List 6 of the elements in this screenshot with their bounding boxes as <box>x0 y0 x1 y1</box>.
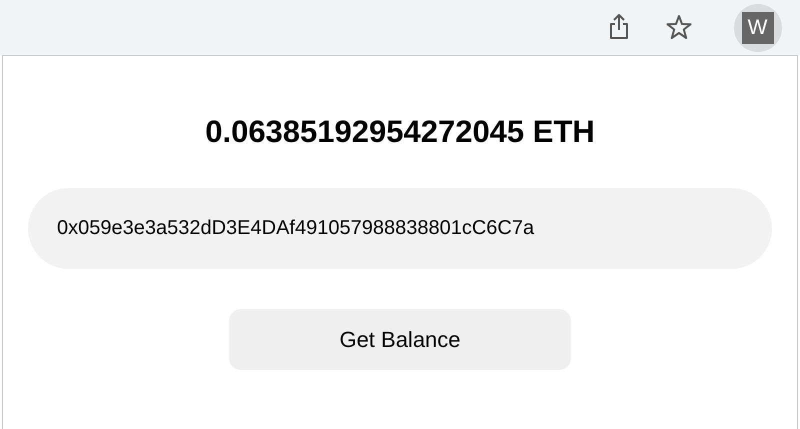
balance-text: 0.06385192954272045 ETH <box>205 114 595 150</box>
extension-button[interactable]: W <box>734 4 782 52</box>
address-field[interactable]: 0x059e3e3a532dD3E4DAf491057988838801cC6C7a <box>28 188 772 269</box>
share-icon[interactable] <box>608 12 630 40</box>
get-balance-button[interactable]: Get Balance <box>229 309 571 370</box>
star-icon[interactable] <box>666 14 692 40</box>
